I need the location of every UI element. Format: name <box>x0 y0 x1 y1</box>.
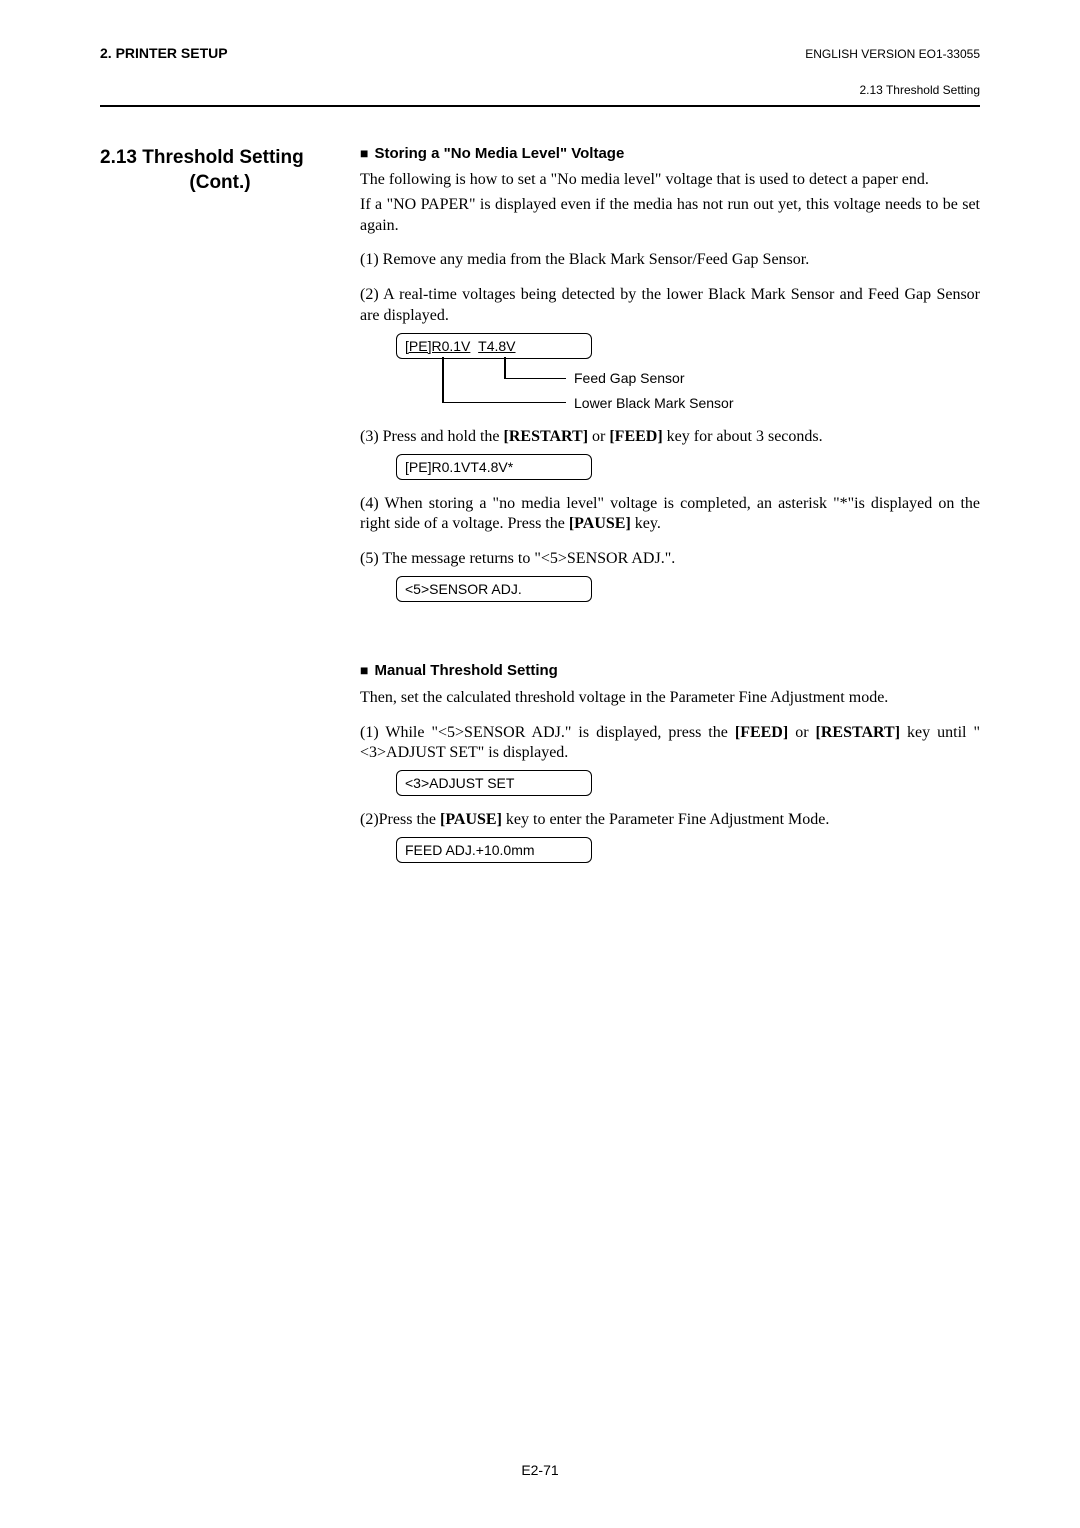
manual-intro: Then, set the calculated threshold volta… <box>360 687 980 709</box>
header-right: ENGLISH VERSION EO1-33055 <box>805 47 980 61</box>
manual-step1: (1) While "<5>SENSOR ADJ." is displayed,… <box>360 723 980 765</box>
diagram-vline-2 <box>504 357 506 379</box>
display-box-step3: [PE]R0.1VT4.8V* <box>396 454 592 480</box>
step3-key-feed: [FEED] <box>609 428 662 445</box>
step3-pre: (3) Press and hold the <box>360 428 504 445</box>
diagram-box-part1: [PE]R0.1V <box>405 338 470 354</box>
page-number: E2-71 <box>0 1462 1080 1478</box>
step4-pre: (4) When storing a "no media level" volt… <box>360 495 980 533</box>
storing-step1: (1) Remove any media from the Black Mark… <box>360 250 980 271</box>
square-bullet-icon: ■ <box>360 145 368 161</box>
left-column: 2.13 Threshold Setting (Cont.) <box>100 145 340 863</box>
right-column: ■ Storing a "No Media Level" Voltage The … <box>360 145 980 863</box>
manual-step2: (2)Press the [PAUSE] key to enter the Pa… <box>360 810 980 831</box>
display-box-step5: <5>SENSOR ADJ. <box>396 576 592 602</box>
header-subtitle: 2.13 Threshold Setting <box>100 83 980 97</box>
step3-mid: or <box>588 428 609 445</box>
mstep1-pre: (1) While "<5>SENSOR ADJ." is displayed,… <box>360 724 735 741</box>
storing-intro1: The following is how to set a "No media … <box>360 170 980 191</box>
storing-step2-text: (2) A real-time voltages being detected … <box>360 286 980 324</box>
step4-key-pause: [PAUSE] <box>569 515 631 532</box>
mstep2-key-pause: [PAUSE] <box>440 811 502 828</box>
step4-post: key. <box>631 515 661 532</box>
manual-heading-text: Manual Threshold Setting <box>374 662 557 679</box>
storing-step4: (4) When storing a "no media level" volt… <box>360 494 980 536</box>
storing-intro2: If a "NO PAPER" is displayed even if the… <box>360 195 980 237</box>
mstep1-key-feed: [FEED] <box>735 724 788 741</box>
diagram-display-box: [PE]R0.1V T4.8V <box>396 333 592 359</box>
diagram-box-part2: T4.8V <box>478 338 515 354</box>
diagram-vline-1 <box>442 357 444 403</box>
step3-key-restart: [RESTART] <box>504 428 588 445</box>
mstep2-post: key to enter the Parameter Fine Adjustme… <box>502 811 829 828</box>
step3-post: key for about 3 seconds. <box>663 428 823 445</box>
section-heading: 2.13 Threshold Setting <box>100 145 340 172</box>
section-cont: (Cont.) <box>100 172 340 194</box>
storing-step5: (5) The message returns to "<5>SENSOR AD… <box>360 549 980 570</box>
storing-step2: (2) A real-time voltages being detected … <box>360 285 980 327</box>
mstep1-mid: or <box>788 724 815 741</box>
section-number: 2.13 <box>100 147 137 168</box>
mstep1-key-restart: [RESTART] <box>816 724 900 741</box>
page-header: 2. PRINTER SETUP ENGLISH VERSION EO1-330… <box>100 45 980 61</box>
square-bullet-icon: ■ <box>360 662 368 678</box>
storing-heading-text: Storing a "No Media Level" Voltage <box>374 145 624 162</box>
diagram-label-feed-gap: Feed Gap Sensor <box>574 370 685 386</box>
storing-heading: ■ Storing a "No Media Level" Voltage <box>360 145 980 162</box>
display-box-adjust-set: <3>ADJUST SET <box>396 770 592 796</box>
mstep2-pre: (2)Press the <box>360 811 440 828</box>
content-area: 2.13 Threshold Setting (Cont.) ■ Storing … <box>100 145 980 863</box>
header-divider <box>100 105 980 107</box>
manual-heading: ■ Manual Threshold Setting <box>360 662 980 679</box>
sensor-diagram: [PE]R0.1V T4.8V Feed Gap Sensor Lower Bl… <box>396 333 980 413</box>
header-left: 2. PRINTER SETUP <box>100 45 228 61</box>
diagram-hline-2 <box>504 378 566 380</box>
storing-step3: (3) Press and hold the [RESTART] or [FEE… <box>360 427 980 448</box>
diagram-hline-1 <box>442 402 566 404</box>
diagram-label-black-mark: Lower Black Mark Sensor <box>574 395 734 411</box>
section-title: Threshold Setting <box>142 147 304 168</box>
display-box-feed-adj: FEED ADJ.+10.0mm <box>396 837 592 863</box>
